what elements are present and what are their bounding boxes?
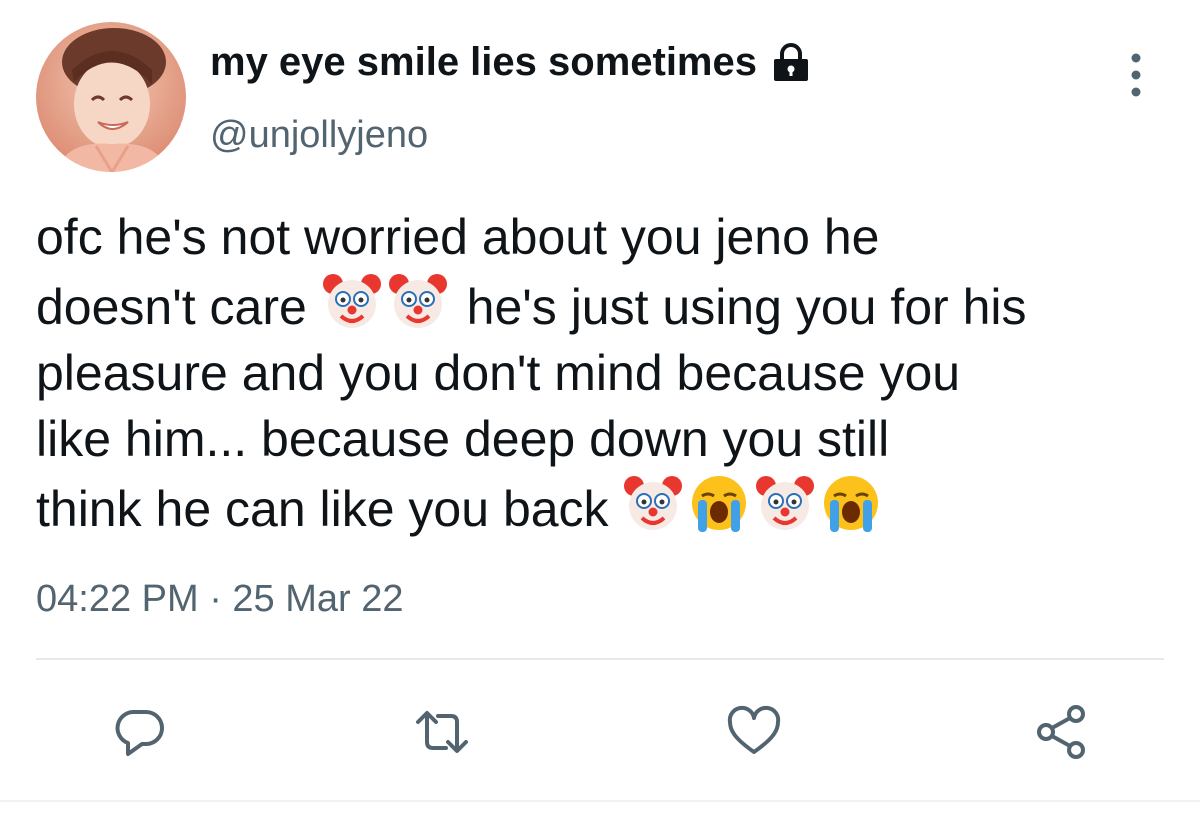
tweet-line: doesn't care he's just using you for his	[36, 270, 1176, 340]
display-name[interactable]: my eye smile lies sometimes	[210, 40, 813, 85]
reply-icon[interactable]	[108, 700, 172, 764]
tweet-line: pleasure and you don't mind because you	[36, 345, 961, 401]
lock-icon	[769, 41, 813, 85]
loudly-crying-face-icon	[820, 472, 882, 534]
bottom-divider	[0, 800, 1200, 802]
display-name-text: my eye smile lies sometimes	[210, 40, 757, 84]
tweet-text: ofc he's not worried about you jeno he d…	[36, 204, 1176, 542]
clown-face-icon	[321, 270, 383, 332]
user-handle[interactable]: @unjollyjeno	[210, 114, 428, 157]
clown-face-icon	[754, 472, 816, 534]
tweet-timestamp[interactable]: 04:22 PM · 25 Mar 22	[36, 578, 404, 621]
like-icon[interactable]	[722, 700, 786, 764]
clown-face-icon	[622, 472, 684, 534]
tweet-line: think he can like you back	[36, 472, 1176, 542]
loudly-crying-face-icon	[688, 472, 750, 534]
tweet-line: like him... because deep down you still	[36, 411, 890, 467]
tweet-line: ofc he's not worried about you jeno he	[36, 209, 880, 265]
retweet-icon[interactable]	[410, 700, 474, 764]
avatar[interactable]	[36, 22, 186, 172]
divider	[36, 658, 1164, 660]
more-options-icon[interactable]	[1118, 50, 1154, 100]
share-icon[interactable]	[1030, 700, 1094, 764]
clown-face-icon	[387, 270, 449, 332]
